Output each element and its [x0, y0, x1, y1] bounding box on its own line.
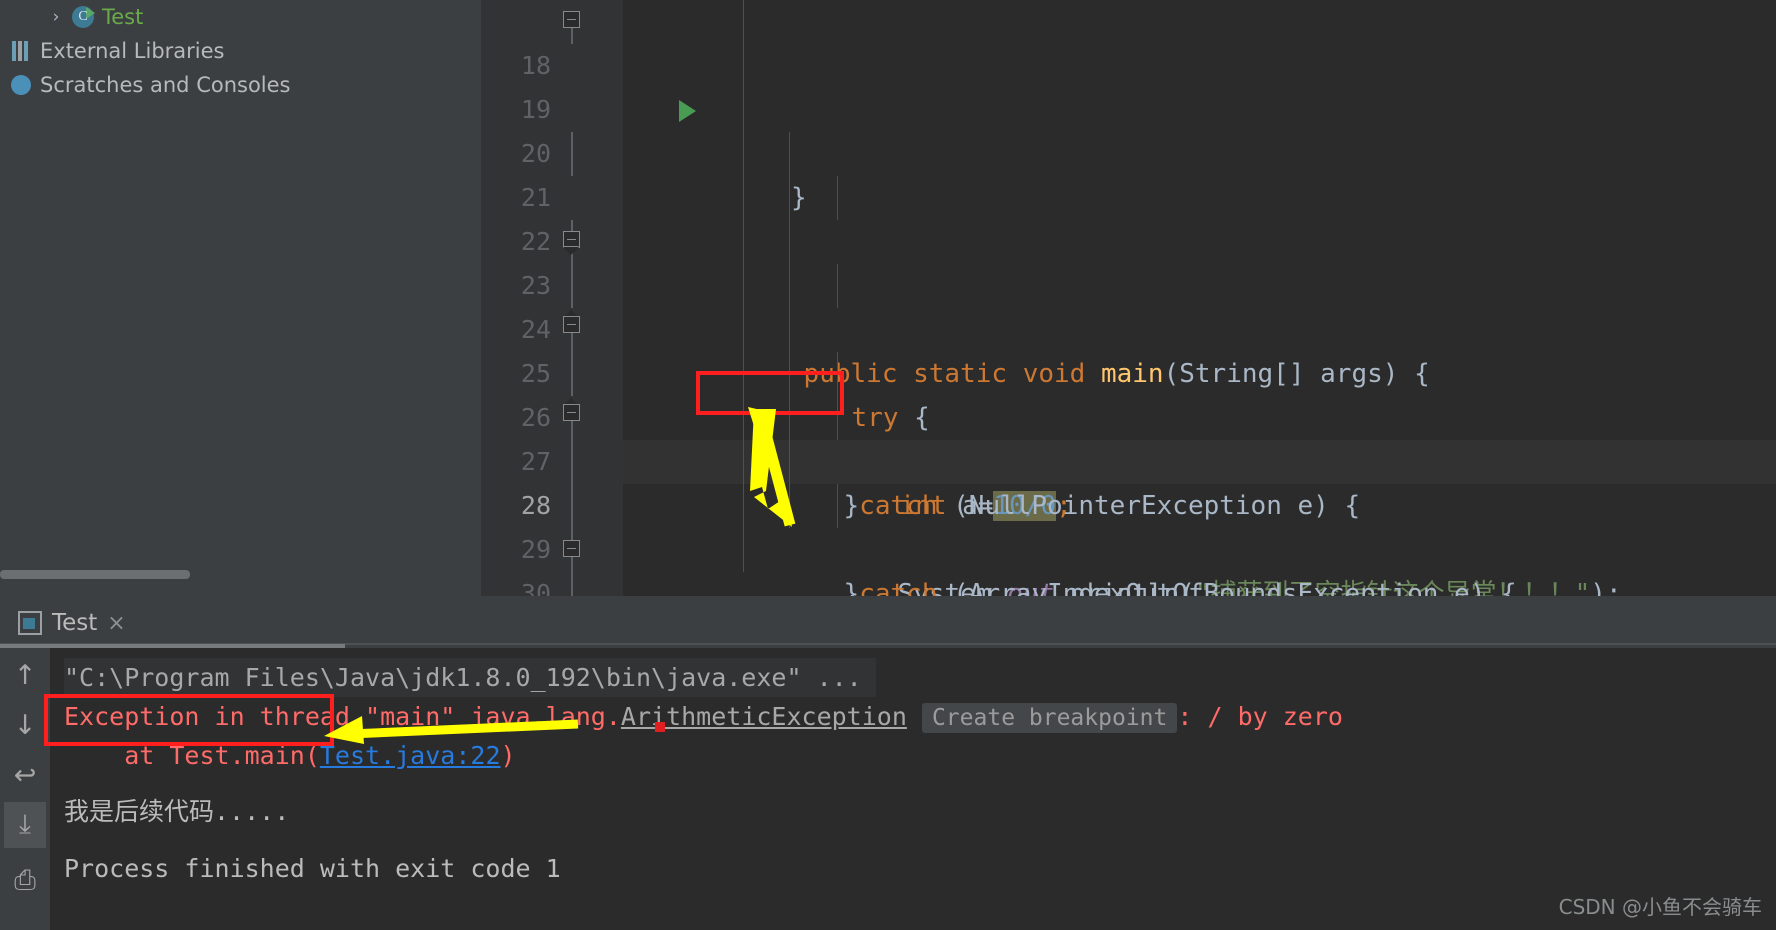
annotation-red-dot [655, 722, 665, 732]
scroll-up-icon[interactable]: ↑ [4, 652, 46, 698]
run-tab-bar: Test × [0, 596, 1776, 651]
tree-item-scratches-and-consoles[interactable]: Scratches and Consoles [0, 68, 481, 102]
tree-item-label: Scratches and Consoles [40, 73, 291, 97]
console-output[interactable]: "C:\Program Files\Java\jdk1.8.0_192\bin\… [50, 648, 1776, 930]
code-line[interactable]: 21 try { [521, 132, 1776, 433]
stack-suffix: ) [500, 741, 516, 770]
run-gutter-icon[interactable] [679, 100, 696, 122]
code-line[interactable]: 22 int a=10/0; [521, 176, 1776, 521]
line-number: 20 [520, 139, 551, 168]
print-icon[interactable]: ⎙ [4, 858, 46, 904]
ide-window: › Test External Libraries Scratches and … [0, 0, 1776, 930]
console-exception-line: Exception in thread "main" java.lang.Ari… [64, 697, 1776, 736]
close-icon[interactable]: × [107, 611, 125, 636]
run-tool-window: Test × ↑ ↓ ↩ ⤓ ⎙ "C:\Program Files\Java\… [0, 596, 1776, 930]
console-finally-output-line: 我是后续代码..... [64, 797, 290, 826]
exception-suffix: : / by zero [1177, 702, 1343, 731]
console-line-command-wrap: "C:\Program Files\Java\jdk1.8.0_192\bin\… [64, 658, 1776, 697]
code-line[interactable]: 19 [521, 44, 1776, 176]
line-number: 24 [520, 315, 551, 344]
libraries-icon [6, 41, 36, 61]
console-process-line: Process finished with exit code 1 [64, 854, 561, 883]
code-line[interactable]: 30 } [521, 528, 1776, 596]
run-tab-label: Test [52, 610, 98, 636]
tree-item-label: Test [102, 5, 144, 29]
code-line[interactable]: 23 }catch (NullPointerException e) { [521, 220, 1776, 521]
code-line[interactable]: 24 System.out.println("捕获到了空指针这个异常！！！"); [521, 264, 1776, 596]
line-number: 18 [520, 51, 551, 80]
project-tool-window: › Test External Libraries Scratches and … [0, 0, 481, 596]
run-tab-test[interactable]: Test × [18, 600, 126, 646]
scroll-down-icon[interactable]: ↓ [4, 702, 46, 748]
line-number: 29 [520, 535, 551, 564]
line-number: 25 [520, 359, 551, 388]
editor-code-area[interactable]: 18 } 19 20 public static void main(Strin… [521, 0, 1776, 596]
line-number: 19 [520, 95, 551, 124]
stacktrace-link[interactable]: Test.java:22 [320, 741, 501, 770]
code-editor[interactable]: 18 } 19 20 public static void main(Strin… [481, 0, 1776, 596]
code-line[interactable]: 20 public static void main(String[] args… [521, 88, 1776, 389]
code-line-current[interactable]: 28 } finally { [521, 440, 1776, 572]
line-number: 22 [520, 227, 551, 256]
soft-wrap-icon[interactable]: ↩ [4, 752, 46, 798]
code-line[interactable]: 31 [623, 572, 1776, 596]
line-number: 21 [520, 183, 551, 212]
tree-item-test[interactable]: › Test [0, 0, 481, 34]
console-tab-icon [18, 611, 42, 635]
watermark: CSDN @小鱼不会骑车 [1558, 895, 1762, 919]
project-horizontal-scrollbar[interactable] [0, 570, 190, 579]
line-number: 27 [520, 447, 551, 476]
java-class-runnable-icon [68, 6, 98, 28]
chevron-right-icon[interactable]: › [44, 7, 68, 27]
line-number: 30 [520, 579, 551, 596]
stack-prefix: at Test.main( [64, 741, 320, 770]
scratches-icon [6, 75, 36, 95]
line-number: 28 [520, 491, 551, 520]
console-stacktrace-line: at Test.main(Test.java:22) [64, 736, 1776, 775]
scroll-to-end-icon[interactable]: ⤓ [4, 802, 46, 848]
tree-item-label: External Libraries [40, 39, 225, 63]
exception-prefix: Exception in thread "main" java.lang. [64, 702, 621, 731]
code-line[interactable]: 26 System.out.println("抓到了数组越界这个异常"); [521, 352, 1776, 484]
code-line[interactable]: 18 } [521, 0, 1776, 213]
console-toolbar: ↑ ↓ ↩ ⤓ ⎙ [0, 648, 50, 930]
line-number: 23 [520, 271, 551, 300]
tree-item-external-libraries[interactable]: External Libraries [0, 34, 481, 68]
line-number: 26 [520, 403, 551, 432]
code-line[interactable]: 29 System.out.println("我是后续代码....."); [521, 484, 1776, 596]
code-line[interactable]: 25 }catch (ArrayIndexOutOfBoundsExceptio… [521, 308, 1776, 596]
create-breakpoint-badge[interactable]: Create breakpoint [921, 703, 1178, 733]
code-line[interactable]: 27 e.printStackTrace(); [521, 396, 1776, 528]
console-command-line: "C:\Program Files\Java\jdk1.8.0_192\bin\… [64, 658, 876, 697]
